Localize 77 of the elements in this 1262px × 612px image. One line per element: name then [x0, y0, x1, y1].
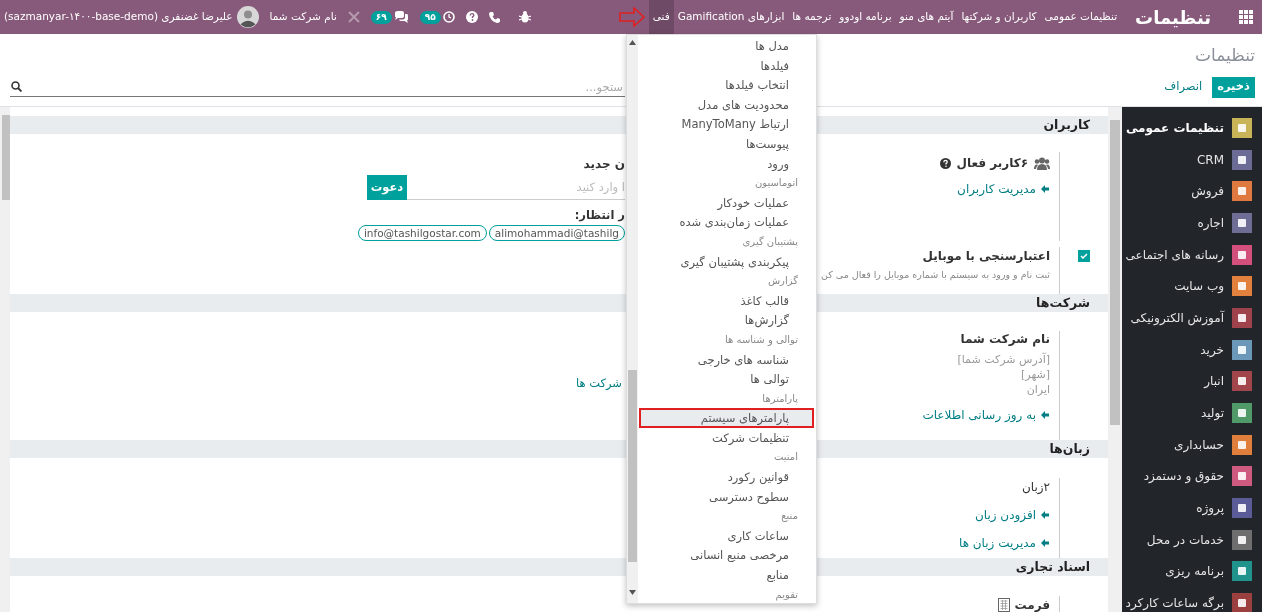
help-icon[interactable] [465, 11, 478, 23]
search-input[interactable]: ستجو... [22, 76, 625, 97]
document-icon [997, 598, 1010, 612]
menu-section-header: توالی و شناسه ها [724, 332, 799, 348]
apps-grid-icon[interactable] [1239, 10, 1253, 24]
clock-icon [442, 11, 455, 23]
company-name: نام شرکت شما [959, 331, 1050, 347]
setting-label: اعتبارسنجی با موبایل [921, 248, 1050, 265]
menu-section-header: منبع [780, 509, 799, 524]
companies-link[interactable]: شرکت ها [576, 375, 622, 440]
app-menu-item[interactable]: اجاره [1122, 207, 1262, 239]
app-menu-item[interactable]: رسانه های اجتماعی [1122, 238, 1262, 271]
menu-section-header: تقویم [774, 587, 799, 603]
app-title: تنظیمات [1135, 5, 1211, 30]
menu-tab[interactable]: آیتم های منو [895, 0, 958, 34]
active-users-label: ۶کاربر فعال [956, 155, 1028, 172]
app-menu-item[interactable]: خرید [1122, 333, 1262, 366]
menu-tab[interactable]: کاربران و شرکتها [957, 0, 1041, 34]
arrow-icon [1040, 538, 1050, 548]
app-menu-item[interactable]: برنامه ریزی [1122, 555, 1262, 588]
scrollbar-thumb[interactable] [628, 370, 637, 562]
app-menu-item[interactable]: حقوق و دستمزد [1122, 460, 1262, 493]
email-input[interactable]: ا وارد کنید [407, 178, 625, 197]
language-link[interactable]: مدیریت زبان ها [958, 534, 1050, 552]
avatar-icon [236, 6, 259, 28]
count-badge: ۹۵ [419, 10, 441, 24]
company-switcher[interactable]: نام شرکت شما [269, 9, 337, 25]
app-menu-item[interactable]: فروش [1122, 175, 1262, 208]
app-menu-item[interactable]: خدمات در محل [1122, 523, 1262, 556]
app-menu-item[interactable]: حسابداری [1122, 428, 1262, 461]
phone-icon[interactable] [488, 11, 500, 23]
arrow-icon [618, 7, 645, 27]
user-menu[interactable]: علیرضا غضنفری (sazmanyar-۱۴۰۰-base-demo) [4, 6, 259, 28]
address-line: [آدرس شرکت شما] [956, 352, 1050, 367]
scroll-down-icon [629, 590, 636, 595]
setting-label: ن جدید [583, 156, 625, 173]
menu-tab[interactable]: فنی [648, 0, 674, 34]
app-menu-item[interactable]: برگه ساعات کارکرد [1122, 587, 1262, 612]
menu-tab[interactable]: تنظیمات عمومی [1040, 0, 1122, 34]
app-menu-item[interactable]: وب سایت [1122, 270, 1262, 303]
address-line: [شهر] [1020, 367, 1050, 382]
pending-label: ر انتظار: [574, 207, 625, 224]
address-line: ایران [1025, 382, 1050, 397]
app-menu-item[interactable]: تنظیمات عمومی [1122, 112, 1262, 144]
discard-button[interactable]: انصراف [1162, 76, 1205, 98]
languages-count: ۲زبان [1020, 479, 1050, 496]
arrow-icon [1040, 510, 1050, 520]
checkbox[interactable] [1078, 250, 1090, 262]
arrow-icon [1040, 410, 1050, 420]
app-menu-item[interactable]: انبار [1122, 365, 1262, 398]
app-menu-item[interactable]: تولید [1122, 397, 1262, 429]
menu-section-header: گزارش [766, 274, 799, 289]
update-info-link[interactable]: به روز رسانی اطلاعات [922, 406, 1050, 424]
users-icon [1034, 156, 1050, 170]
scroll-up-icon [629, 40, 636, 45]
dropdown-item[interactable]: پارامترهای سیستم [639, 408, 814, 428]
app-menu-item[interactable]: CRM [1122, 143, 1262, 176]
bug-icon[interactable] [518, 11, 531, 23]
help-icon [939, 157, 951, 169]
menu-tab[interactable]: ابزارهای Gamification [673, 0, 789, 34]
app-menu-item[interactable]: آموزش الکترونیکی [1122, 302, 1262, 334]
setting-description: ثبت نام و ورود به سیستم با شماره موبایل را فعال می کن [820, 268, 1050, 282]
menu-tab[interactable]: برنامه اودوو [835, 0, 896, 34]
menu-section-header: پشتیبان گیری [741, 234, 799, 250]
menu-section-header: پارامترها [761, 391, 799, 407]
check-icon [1080, 253, 1088, 259]
arrow-icon [1040, 184, 1050, 194]
menu-section-header: اتوماسیون [753, 176, 799, 191]
chat-icon [393, 11, 409, 23]
breadcrumb: تنظیمات [1194, 44, 1255, 67]
app-menu-item[interactable]: پروژه [1122, 492, 1262, 524]
manage-users-link[interactable]: مدیریت کاربران [939, 180, 1050, 198]
search-icon [11, 81, 22, 92]
menu-tab[interactable]: ترجمه ها [788, 0, 836, 34]
language-link[interactable]: افزودن زبان [958, 506, 1050, 524]
count-badge: ۶۹ [370, 10, 392, 24]
setting-label: فرمت [1014, 597, 1050, 612]
